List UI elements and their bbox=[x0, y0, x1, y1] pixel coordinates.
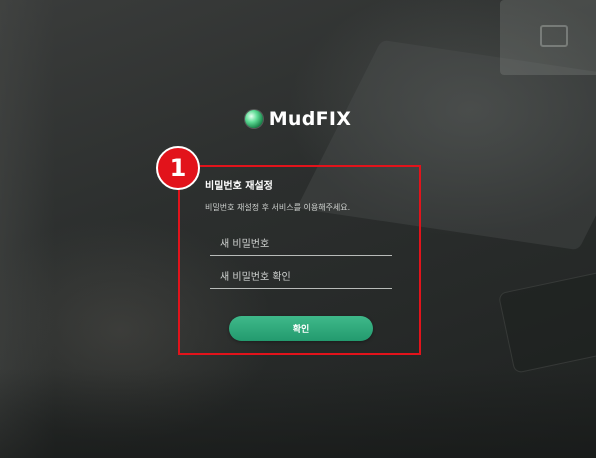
brand-logo: MudFIX bbox=[0, 108, 596, 130]
confirm-password-input[interactable] bbox=[210, 266, 392, 289]
step-number-badge: 1 bbox=[156, 146, 200, 190]
form-title: 비밀번호 재설정 bbox=[205, 181, 273, 192]
form-description: 비밀번호 재설정 후 서비스를 이용해주세요. bbox=[205, 203, 351, 212]
green-sphere-icon bbox=[244, 110, 263, 128]
background-shade bbox=[0, 368, 596, 458]
background-monitor-mark bbox=[540, 25, 568, 47]
confirm-button[interactable]: 확인 bbox=[229, 316, 373, 341]
brand-name: MudFIX bbox=[268, 108, 352, 130]
new-password-input[interactable] bbox=[210, 233, 392, 256]
new-password-field-container bbox=[210, 232, 392, 256]
confirm-password-field-container bbox=[210, 265, 392, 289]
